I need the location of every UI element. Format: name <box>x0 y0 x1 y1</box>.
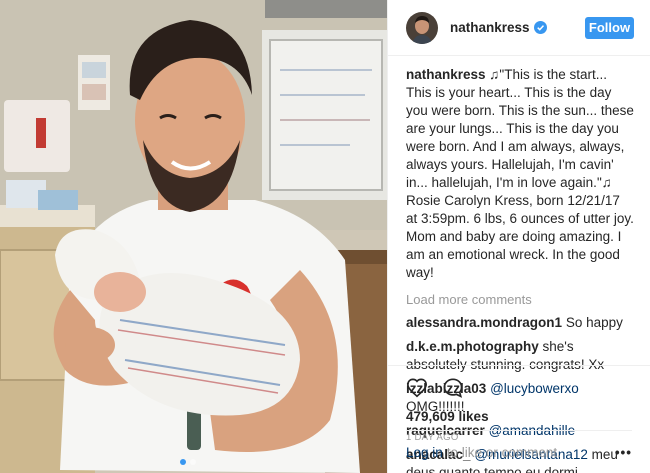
login-link[interactable]: Log in <box>406 445 443 460</box>
post-footer: Log in to like or comment. ••• <box>406 430 632 460</box>
caption-username[interactable]: nathankress <box>406 67 486 82</box>
avatar-image-icon <box>406 11 438 44</box>
heart-icon[interactable] <box>406 377 428 399</box>
header-username[interactable]: nathankress <box>450 20 530 35</box>
carousel-dot <box>180 459 186 465</box>
load-more-comments-link[interactable]: Load more comments <box>406 292 634 308</box>
carousel-dots <box>180 459 196 465</box>
avatar[interactable] <box>406 11 438 44</box>
comment-text: So happy <box>562 315 623 330</box>
instagram-post: nathankress Follow nathankress ♫"This is… <box>0 0 650 473</box>
more-options-icon[interactable]: ••• <box>615 445 632 460</box>
carousel-dot <box>190 459 196 465</box>
comment-bubble-icon[interactable] <box>442 377 464 399</box>
photo-dad-holding-newborn <box>0 0 387 473</box>
verified-badge-icon <box>533 21 547 34</box>
post-caption: nathankress ♫"This is the start... This … <box>406 66 634 282</box>
likes-count[interactable]: 479,609 likes <box>406 409 633 424</box>
login-prompt-text: to like or comment. <box>446 445 561 460</box>
post-header: nathankress Follow <box>388 0 650 56</box>
post-side-panel: nathankress Follow nathankress ♫"This is… <box>387 0 650 473</box>
comment-item: alessandra.mondragon1 So happy <box>406 314 634 332</box>
post-photo[interactable] <box>0 0 387 473</box>
comment-username[interactable]: d.k.e.m.photography <box>406 339 539 354</box>
caption-text: ♫"This is the start... This is your hear… <box>406 67 634 280</box>
action-icons <box>406 376 633 400</box>
follow-button[interactable]: Follow <box>585 17 634 39</box>
comment-username[interactable]: alessandra.mondragon1 <box>406 315 562 330</box>
